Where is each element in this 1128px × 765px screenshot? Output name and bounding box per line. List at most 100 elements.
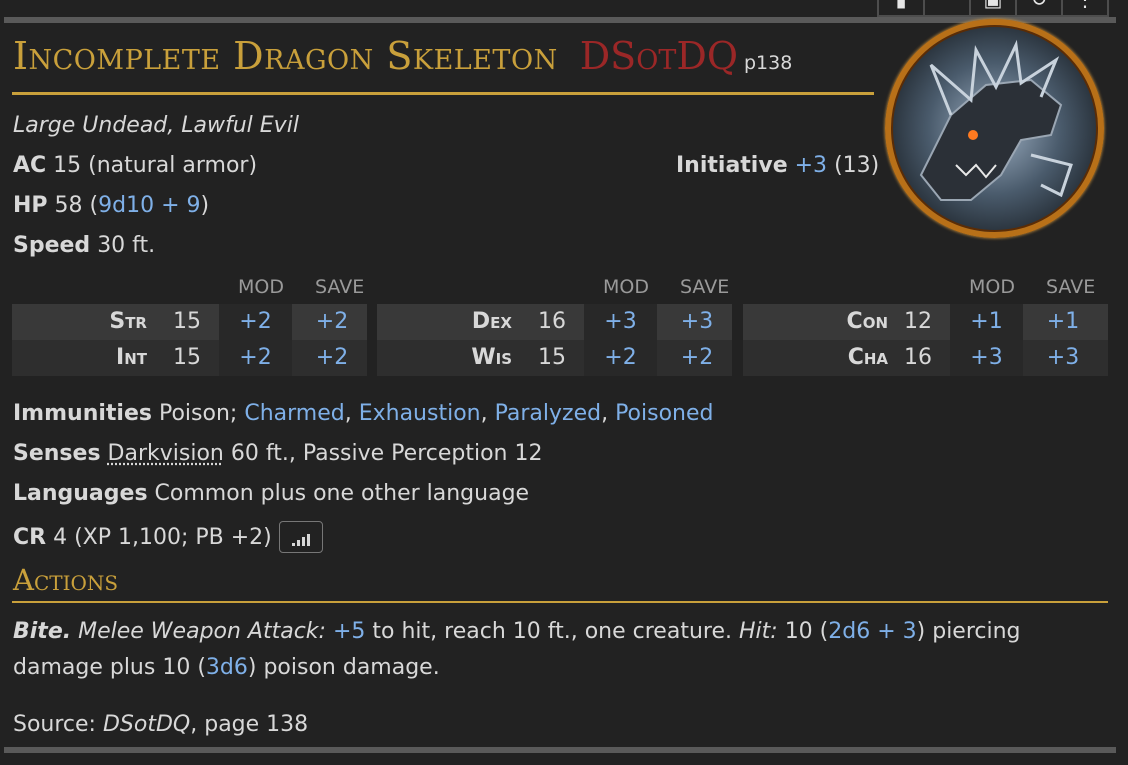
senses-rest: 60 ft., Passive Perception 12 — [230, 441, 543, 466]
hp-label: HP — [13, 193, 48, 218]
title-row: Incomplete Dragon Skeleton DSotDQ p138 — [13, 34, 792, 78]
ability-score: 15 — [538, 345, 566, 370]
top-border — [4, 17, 1116, 23]
challenge-rating-line: CR 4 (XP 1,100; PB +2) — [13, 521, 323, 553]
speed-line: Speed 30 ft. — [13, 233, 155, 258]
source-book-link[interactable]: DSotDQ — [103, 712, 190, 737]
damage-avg-1: 10 — [784, 619, 813, 644]
more-button[interactable]: ⋮ — [1061, 0, 1109, 17]
cr-value: 4 (XP 1,100; PB +2) — [53, 524, 272, 550]
ability-name: Con — [846, 309, 888, 334]
ability-row-wis: Wis 15 +2 +2 — [377, 340, 732, 376]
ability-name: Wis — [471, 345, 512, 370]
ability-header: MOD SAVE — [377, 276, 732, 304]
image-icon: ▣ — [984, 0, 1003, 11]
hit-label: Hit: — [738, 619, 778, 644]
pin-button[interactable]: ▮ — [877, 0, 925, 17]
condition-link[interactable]: Charmed — [244, 401, 344, 426]
bottom-border — [4, 747, 1116, 753]
ability-mod-roll[interactable]: +3 — [950, 345, 1023, 370]
source-page: p138 — [743, 52, 793, 74]
ability-mod-roll[interactable]: +3 — [584, 309, 657, 334]
refresh-button[interactable]: ↻ — [1015, 0, 1063, 17]
hit-points-line: HP 58 (9d10 + 9) — [13, 193, 209, 218]
action-text-3: poison damage. — [263, 655, 440, 680]
toolbar: ▮ ▣ ↻ ⋮ — [877, 0, 1109, 17]
ac-value: 15 (natural armor) — [53, 153, 258, 178]
ability-group-1: MOD SAVE Str 15 +2 +2 Int 15 +2 +2 — [12, 276, 367, 376]
languages-value: Common plus one other language — [154, 481, 530, 506]
condition-link[interactable]: Paralyzed — [495, 401, 601, 426]
ability-name: Int — [116, 345, 147, 370]
ability-save-roll[interactable]: +3 — [662, 309, 732, 334]
ability-save-roll[interactable]: +2 — [297, 309, 367, 334]
ability-save-roll[interactable]: +1 — [1028, 309, 1098, 334]
ability-header: MOD SAVE — [12, 276, 367, 304]
ability-name: Str — [109, 309, 147, 334]
speed-value: 30 ft. — [97, 233, 156, 258]
ability-row-dex: Dex 16 +3 +3 — [377, 304, 732, 340]
save-header: SAVE — [680, 276, 730, 298]
ability-score: 12 — [904, 309, 932, 334]
languages-line: Languages Common plus one other language — [13, 481, 529, 506]
more-icon: ⋮ — [1075, 0, 1095, 11]
ability-row-cha: Cha 16 +3 +3 — [743, 340, 1108, 376]
ability-group-2: MOD SAVE Dex 16 +3 +3 Wis 15 +2 +2 — [377, 276, 732, 376]
initiative-line: Initiative +3 (13) — [676, 153, 879, 178]
dragon-skull-icon — [919, 39, 1073, 201]
ability-save-roll[interactable]: +2 — [662, 345, 732, 370]
ability-mod-roll[interactable]: +2 — [219, 345, 292, 370]
source-abbr-link[interactable]: DSotDQ — [580, 34, 738, 78]
action-name: Bite. — [13, 619, 72, 644]
image-button[interactable]: ▣ — [969, 0, 1017, 17]
signal-bars-icon — [291, 534, 310, 546]
ability-save-roll[interactable]: +2 — [297, 345, 367, 370]
mod-header: MOD — [969, 276, 1015, 298]
ability-row-str: Str 15 +2 +2 — [12, 304, 367, 340]
type-alignment: Large Undead, Lawful Evil — [13, 113, 299, 138]
blank-button[interactable] — [923, 0, 971, 17]
action-text-1: to hit, reach 10 ft., one creature. — [372, 619, 732, 644]
save-header: SAVE — [1046, 276, 1096, 298]
initiative-score: (13) — [834, 153, 880, 178]
monster-portrait[interactable] — [885, 19, 1104, 238]
ability-header: MOD SAVE — [743, 276, 1108, 304]
save-header: SAVE — [315, 276, 365, 298]
monster-name: Incomplete Dragon Skeleton — [13, 34, 558, 78]
immunities-line: Immunities Poison; Charmed, Exhaustion, … — [13, 401, 714, 426]
cr-scaler-button[interactable] — [278, 521, 323, 553]
senses-label: Senses — [13, 441, 101, 466]
action-bite: Bite. Melee Weapon Attack: +5 to hit, re… — [13, 619, 1021, 680]
speed-label: Speed — [13, 233, 91, 258]
pin-icon: ▮ — [895, 0, 906, 11]
ability-save-roll[interactable]: +3 — [1028, 345, 1098, 370]
condition-link[interactable]: Poisoned — [615, 401, 713, 426]
ability-mod-roll[interactable]: +1 — [950, 309, 1023, 334]
darkvision-link[interactable]: Darkvision — [108, 441, 224, 466]
mod-header: MOD — [603, 276, 649, 298]
damage-roll-1[interactable]: 2d6 + 3 — [828, 619, 916, 644]
source-page-text: page 138 — [204, 712, 309, 737]
damage-roll-2[interactable]: 3d6 — [206, 655, 248, 680]
ability-score: 16 — [904, 345, 932, 370]
ability-mod-roll[interactable]: +2 — [584, 345, 657, 370]
cr-label: CR — [13, 524, 47, 550]
source-label: Source: — [13, 712, 96, 737]
attack-type: Melee Weapon Attack: — [78, 619, 326, 644]
armor-class-line: AC 15 (natural armor) — [13, 153, 257, 178]
ability-name: Cha — [847, 345, 888, 370]
to-hit-roll[interactable]: +5 — [333, 619, 365, 644]
hp-dice-roll[interactable]: 9d10 + 9 — [98, 193, 200, 218]
senses-line: Senses Darkvision 60 ft., Passive Percep… — [13, 441, 542, 466]
hp-value: 58 — [54, 193, 83, 218]
initiative-roll[interactable]: +3 — [795, 153, 827, 178]
ability-score: 16 — [538, 309, 566, 334]
ability-mod-roll[interactable]: +2 — [219, 309, 292, 334]
condition-link[interactable]: Exhaustion — [359, 401, 481, 426]
ability-score: 15 — [173, 345, 201, 370]
immunities-damage: Poison; — [158, 401, 238, 426]
title-divider — [12, 92, 874, 95]
ability-row-con: Con 12 +1 +1 — [743, 304, 1108, 340]
languages-label: Languages — [13, 481, 148, 506]
initiative-label: Initiative — [676, 153, 788, 178]
